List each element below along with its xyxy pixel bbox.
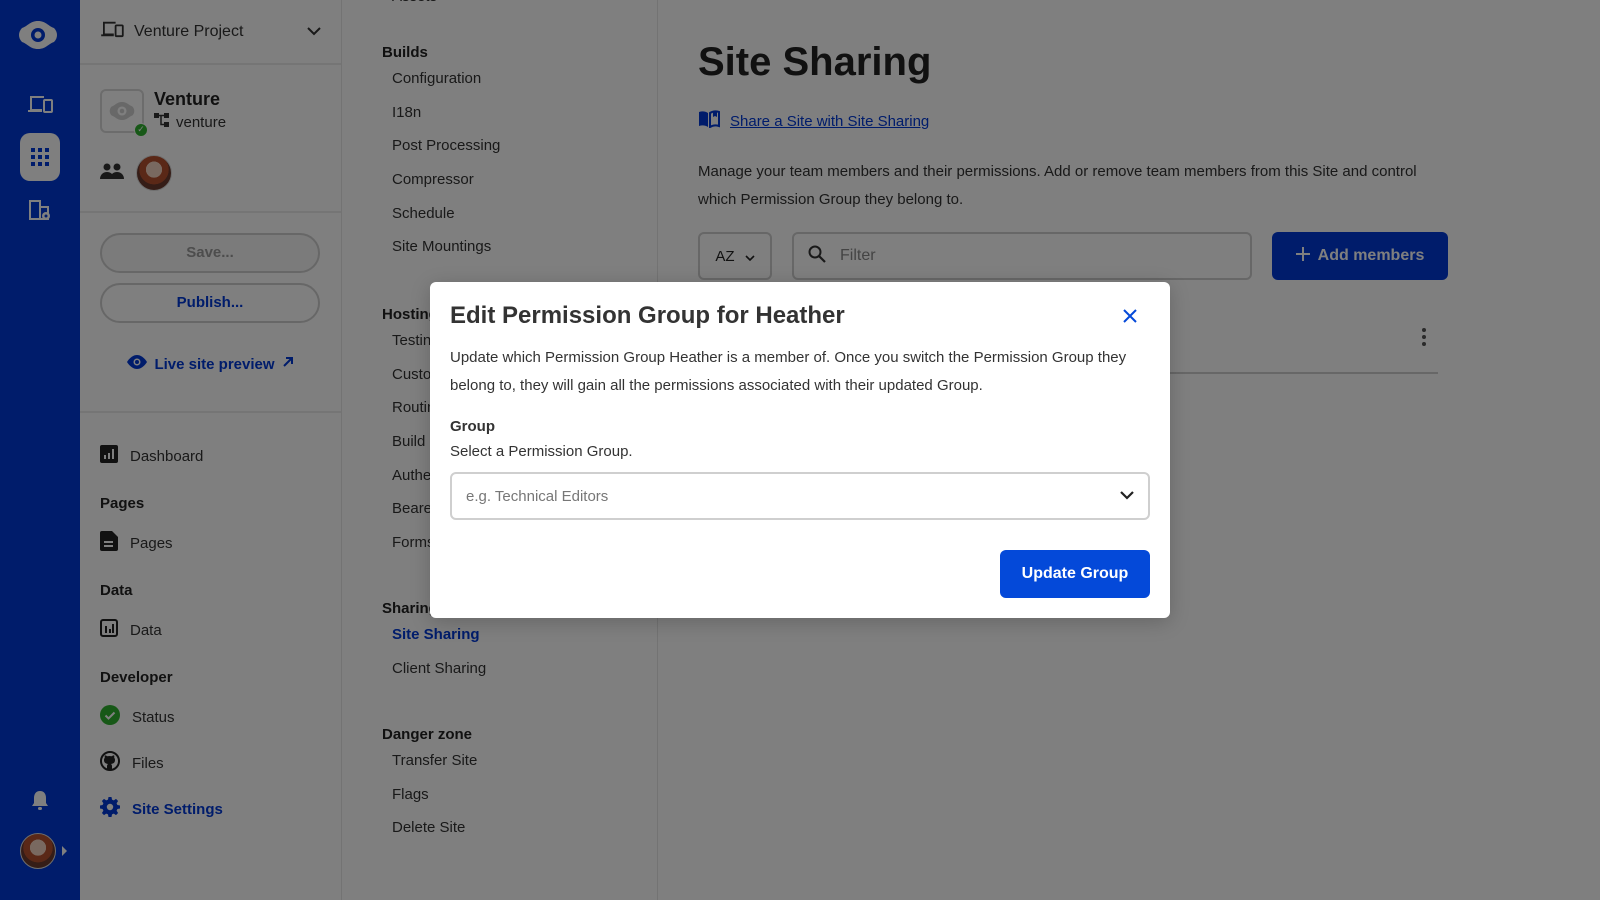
modal-title: Edit Permission Group for Heather — [450, 302, 845, 329]
update-group-button[interactable]: Update Group — [1000, 550, 1150, 598]
group-field-help: Select a Permission Group. — [450, 443, 633, 460]
chevron-down-icon — [1120, 487, 1134, 505]
select-placeholder: e.g. Technical Editors — [466, 487, 609, 505]
close-icon[interactable] — [1118, 304, 1142, 328]
permission-group-select[interactable]: e.g. Technical Editors — [450, 472, 1150, 520]
edit-permission-group-modal: Edit Permission Group for Heather Update… — [430, 282, 1170, 618]
group-field-label: Group — [450, 418, 495, 435]
modal-description: Update which Permission Group Heather is… — [450, 349, 1127, 394]
